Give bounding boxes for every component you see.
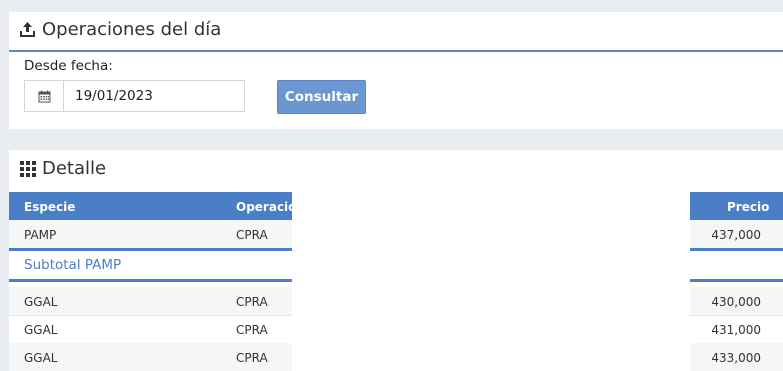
cell-precio: 433,000	[711, 351, 761, 365]
cell-operacion: CPRA	[236, 295, 268, 309]
consultar-button[interactable]: Consultar	[277, 80, 366, 114]
cell-precio: 431,000	[711, 323, 761, 337]
table-header-left: Especie Operación	[9, 192, 305, 220]
table-row[interactable]: PAMP CPRA	[9, 220, 292, 249]
table-row-right[interactable]: 430,000	[690, 287, 783, 316]
cell-especie: PAMP	[24, 228, 57, 242]
col-especie-header[interactable]: Especie	[24, 200, 75, 214]
upload-tray-icon	[19, 21, 36, 38]
date-input-group[interactable]: 19/01/2023	[24, 80, 245, 112]
table-row-right[interactable]: 437,000	[690, 220, 783, 249]
subtotal-row: Subtotal PAMP	[9, 248, 292, 282]
col-precio-header[interactable]: Precio	[727, 200, 769, 214]
cell-operacion: CPRA	[236, 351, 268, 365]
detalle-panel: Detalle Especie Operación Precio PAMP CP…	[9, 150, 783, 371]
operaciones-title: Operaciones del día	[42, 19, 222, 40]
table-row[interactable]: GGAL CPRA	[9, 343, 292, 371]
cell-especie: GGAL	[24, 295, 58, 309]
cell-precio: 437,000	[711, 228, 761, 242]
table-header-right: Precio	[690, 192, 783, 220]
desde-fecha-label: Desde fecha:	[24, 58, 113, 74]
table-hidden-region	[292, 192, 690, 371]
table-row[interactable]: GGAL CPRA	[9, 315, 292, 344]
subtotal-row-right	[690, 248, 783, 282]
operaciones-panel: Operaciones del día Desde fecha: 19/01/2…	[9, 12, 783, 129]
subtotal-label: Subtotal PAMP	[24, 257, 122, 273]
grid-icon	[19, 160, 36, 177]
cell-operacion: CPRA	[236, 228, 268, 242]
operaciones-panel-header: Operaciones del día	[9, 12, 783, 52]
operaciones-title-wrap: Operaciones del día	[19, 19, 221, 40]
detalle-title: Detalle	[42, 158, 107, 179]
detalle-title-wrap: Detalle	[19, 158, 106, 179]
table-row-right[interactable]: 431,000	[690, 315, 783, 344]
cell-especie: GGAL	[24, 351, 58, 365]
cell-especie: GGAL	[24, 323, 58, 337]
table-row-right[interactable]: 433,000	[690, 343, 783, 371]
cell-precio: 430,000	[711, 295, 761, 309]
date-field[interactable]: 19/01/2023	[75, 81, 153, 111]
cell-operacion: CPRA	[236, 323, 268, 337]
table-row[interactable]: GGAL CPRA	[9, 287, 292, 316]
calendar-icon[interactable]	[25, 81, 64, 111]
